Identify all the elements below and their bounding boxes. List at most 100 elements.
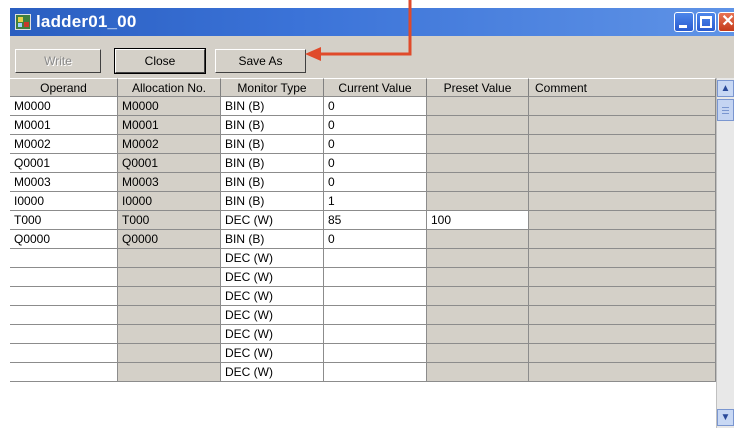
allocation-cell[interactable] <box>118 363 221 382</box>
column-header[interactable]: Operand <box>10 78 118 97</box>
allocation-cell[interactable]: M0001 <box>118 116 221 135</box>
table-row[interactable]: M0001 M0001 BIN (B) 0 <box>10 116 716 135</box>
monitor-type-cell[interactable]: DEC (W) <box>221 211 324 230</box>
allocation-cell[interactable]: Q0001 <box>118 154 221 173</box>
save-as-button[interactable]: Save As <box>215 49 306 73</box>
current-value-cell[interactable]: 0 <box>324 230 427 249</box>
preset-value-cell[interactable] <box>427 173 529 192</box>
table-row[interactable]: DEC (W) <box>10 325 716 344</box>
operand-cell[interactable] <box>10 306 118 325</box>
close-icon[interactable]: ✕ <box>718 12 734 32</box>
preset-value-cell[interactable] <box>427 325 529 344</box>
scroll-thumb[interactable] <box>717 99 734 121</box>
current-value-cell[interactable]: 0 <box>324 154 427 173</box>
preset-value-cell[interactable] <box>427 135 529 154</box>
current-value-cell[interactable] <box>324 287 427 306</box>
table-row[interactable]: M0003 M0003 BIN (B) 0 <box>10 173 716 192</box>
operand-cell[interactable]: M0001 <box>10 116 118 135</box>
monitor-type-cell[interactable]: BIN (B) <box>221 173 324 192</box>
comment-cell[interactable] <box>529 306 716 325</box>
monitor-type-cell[interactable]: BIN (B) <box>221 97 324 116</box>
preset-value-cell[interactable] <box>427 344 529 363</box>
allocation-cell[interactable]: T000 <box>118 211 221 230</box>
table-row[interactable]: DEC (W) <box>10 306 716 325</box>
monitor-type-cell[interactable]: DEC (W) <box>221 268 324 287</box>
monitor-type-cell[interactable]: DEC (W) <box>221 249 324 268</box>
allocation-cell[interactable] <box>118 287 221 306</box>
table-row[interactable]: T000 T000 DEC (W) 85 100 <box>10 211 716 230</box>
operand-cell[interactable]: Q0001 <box>10 154 118 173</box>
comment-cell[interactable] <box>529 287 716 306</box>
allocation-cell[interactable]: M0000 <box>118 97 221 116</box>
monitor-type-cell[interactable]: BIN (B) <box>221 192 324 211</box>
table-row[interactable]: M0000 M0000 BIN (B) 0 <box>10 97 716 116</box>
operand-cell[interactable] <box>10 268 118 287</box>
operand-cell[interactable] <box>10 344 118 363</box>
monitor-type-cell[interactable]: BIN (B) <box>221 135 324 154</box>
current-value-cell[interactable]: 1 <box>324 192 427 211</box>
operand-cell[interactable]: M0000 <box>10 97 118 116</box>
comment-cell[interactable] <box>529 116 716 135</box>
monitor-type-cell[interactable]: BIN (B) <box>221 230 324 249</box>
operand-cell[interactable] <box>10 363 118 382</box>
allocation-cell[interactable]: I0000 <box>118 192 221 211</box>
column-header[interactable]: Monitor Type <box>221 78 324 97</box>
scroll-up-icon[interactable]: ▲ <box>717 80 734 97</box>
preset-value-cell[interactable] <box>427 97 529 116</box>
column-header[interactable]: Comment <box>529 78 716 97</box>
monitor-type-cell[interactable]: DEC (W) <box>221 363 324 382</box>
preset-value-cell[interactable] <box>427 192 529 211</box>
allocation-cell[interactable] <box>118 325 221 344</box>
comment-cell[interactable] <box>529 325 716 344</box>
preset-value-cell[interactable] <box>427 230 529 249</box>
allocation-cell[interactable] <box>118 268 221 287</box>
preset-value-cell[interactable] <box>427 154 529 173</box>
preset-value-cell[interactable] <box>427 287 529 306</box>
operand-cell[interactable] <box>10 249 118 268</box>
allocation-cell[interactable] <box>118 306 221 325</box>
monitor-type-cell[interactable]: BIN (B) <box>221 116 324 135</box>
allocation-cell[interactable]: M0003 <box>118 173 221 192</box>
allocation-cell[interactable] <box>118 344 221 363</box>
close-button[interactable]: Close <box>114 48 206 74</box>
table-row[interactable]: I0000 I0000 BIN (B) 1 <box>10 192 716 211</box>
current-value-cell[interactable] <box>324 306 427 325</box>
monitor-type-cell[interactable]: DEC (W) <box>221 306 324 325</box>
table-row[interactable]: DEC (W) <box>10 363 716 382</box>
preset-value-cell[interactable] <box>427 306 529 325</box>
operand-cell[interactable]: Q0000 <box>10 230 118 249</box>
current-value-cell[interactable] <box>324 249 427 268</box>
preset-value-cell[interactable]: 100 <box>427 211 529 230</box>
minimize-icon[interactable] <box>674 12 694 32</box>
preset-value-cell[interactable] <box>427 268 529 287</box>
allocation-cell[interactable]: Q0000 <box>118 230 221 249</box>
column-header[interactable]: Current Value <box>324 78 427 97</box>
scroll-down-icon[interactable]: ▼ <box>717 409 734 426</box>
write-button[interactable]: Write <box>15 49 101 73</box>
table-row[interactable]: DEC (W) <box>10 287 716 306</box>
table-row[interactable]: Q0000 Q0000 BIN (B) 0 <box>10 230 716 249</box>
table-row[interactable]: DEC (W) <box>10 249 716 268</box>
monitor-type-cell[interactable]: DEC (W) <box>221 325 324 344</box>
column-header[interactable]: Allocation No. <box>118 78 221 97</box>
preset-value-cell[interactable] <box>427 249 529 268</box>
vertical-scrollbar[interactable]: ▲ ▼ <box>716 78 734 428</box>
comment-cell[interactable] <box>529 192 716 211</box>
operand-cell[interactable]: M0003 <box>10 173 118 192</box>
comment-cell[interactable] <box>529 211 716 230</box>
comment-cell[interactable] <box>529 97 716 116</box>
monitor-type-cell[interactable]: DEC (W) <box>221 344 324 363</box>
comment-cell[interactable] <box>529 173 716 192</box>
table-row[interactable]: M0002 M0002 BIN (B) 0 <box>10 135 716 154</box>
table-row[interactable]: DEC (W) <box>10 344 716 363</box>
comment-cell[interactable] <box>529 230 716 249</box>
current-value-cell[interactable] <box>324 325 427 344</box>
current-value-cell[interactable]: 0 <box>324 97 427 116</box>
current-value-cell[interactable]: 0 <box>324 116 427 135</box>
table-row[interactable]: Q0001 Q0001 BIN (B) 0 <box>10 154 716 173</box>
monitor-type-cell[interactable]: DEC (W) <box>221 287 324 306</box>
current-value-cell[interactable] <box>324 344 427 363</box>
allocation-cell[interactable]: M0002 <box>118 135 221 154</box>
current-value-cell[interactable]: 0 <box>324 173 427 192</box>
current-value-cell[interactable] <box>324 363 427 382</box>
